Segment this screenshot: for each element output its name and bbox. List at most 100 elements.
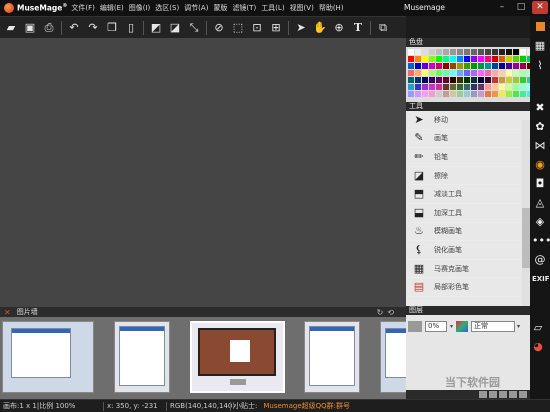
color-swatch[interactable] xyxy=(478,63,484,69)
color-swatch[interactable] xyxy=(478,49,484,55)
color-swatch[interactable] xyxy=(485,77,491,83)
color-swatch[interactable] xyxy=(450,84,456,90)
color-swatch[interactable] xyxy=(422,77,428,83)
color-swatch[interactable] xyxy=(408,56,414,62)
text-icon[interactable]: T xyxy=(350,20,366,36)
opacity-field[interactable]: 0% xyxy=(425,320,447,332)
color-swatch[interactable] xyxy=(471,49,477,55)
color-swatch[interactable] xyxy=(415,84,421,90)
at-icon[interactable]: @ xyxy=(532,252,548,268)
more-icon[interactable]: ••• xyxy=(532,233,550,249)
color-swatch[interactable] xyxy=(443,63,449,69)
menu-edit[interactable]: 编辑(E) xyxy=(100,3,124,13)
pointer-icon[interactable]: ➤ xyxy=(293,20,309,36)
rotate-right-icon[interactable]: ◪ xyxy=(167,20,183,36)
color-swatch[interactable] xyxy=(436,77,442,83)
tool-burn[interactable]: ⬓ 加深工具 xyxy=(406,204,530,223)
tools-icon[interactable]: ✖ xyxy=(532,100,548,116)
color-swatch[interactable] xyxy=(506,77,512,83)
color-swatch[interactable] xyxy=(436,63,442,69)
color-swatch[interactable] xyxy=(408,77,414,83)
color-swatch[interactable] xyxy=(464,77,470,83)
color-swatch[interactable] xyxy=(408,63,414,69)
close-button[interactable]: ✕ xyxy=(532,1,548,14)
color-swatch[interactable] xyxy=(450,91,456,97)
color-swatch[interactable] xyxy=(422,70,428,76)
color-swatch[interactable] xyxy=(506,49,512,55)
color-swatch[interactable] xyxy=(520,56,526,62)
color-swatch[interactable] xyxy=(485,84,491,90)
menu-filter[interactable]: 滤镜(T) xyxy=(232,3,256,13)
color-swatch[interactable] xyxy=(520,70,526,76)
select-inverse-icon[interactable]: ⊡ xyxy=(249,20,265,36)
color-swatch[interactable] xyxy=(513,49,519,55)
color-swatch[interactable] xyxy=(457,84,463,90)
color-swatch[interactable] xyxy=(443,56,449,62)
color-swatch[interactable] xyxy=(429,91,435,97)
blend-mode-dropdown-icon[interactable]: ▾ xyxy=(517,323,520,330)
color-swatch[interactable] xyxy=(506,63,512,69)
opacity-dropdown-icon[interactable]: ▾ xyxy=(450,323,453,330)
color-swap-icon[interactable] xyxy=(532,18,548,34)
color-swatch[interactable] xyxy=(436,56,442,62)
color-swatch[interactable] xyxy=(457,70,463,76)
tool-brush[interactable]: ✎ 画笔 xyxy=(406,130,530,149)
color-swatch[interactable] xyxy=(492,84,498,90)
copy-icon[interactable]: ❐ xyxy=(104,20,120,36)
color-swatch[interactable] xyxy=(471,77,477,83)
color-swatch[interactable] xyxy=(436,91,442,97)
diamond-icon[interactable]: ◈ xyxy=(532,214,548,230)
color-swatch[interactable] xyxy=(492,91,498,97)
color-swatch[interactable] xyxy=(492,49,498,55)
color-swatch[interactable] xyxy=(457,91,463,97)
color-swatch[interactable] xyxy=(429,56,435,62)
blend-mode-select[interactable]: 正常 xyxy=(471,320,516,332)
color-swatch[interactable] xyxy=(471,63,477,69)
color-swatch[interactable] xyxy=(513,91,519,97)
select-all-icon[interactable]: ⬚ xyxy=(230,20,246,36)
resize-icon[interactable]: ⤡ xyxy=(186,20,202,36)
palette-effects-icon[interactable]: ✿ xyxy=(532,119,548,135)
color-swatch[interactable] xyxy=(478,56,484,62)
color-swatch[interactable] xyxy=(422,84,428,90)
menu-image[interactable]: 图像(I) xyxy=(129,3,151,13)
paste-icon[interactable]: ▯ xyxy=(123,20,139,36)
color-swatch[interactable] xyxy=(520,91,526,97)
tool-dodge[interactable]: ⬒ 减淡工具 xyxy=(406,185,530,204)
color-swatch[interactable] xyxy=(499,63,505,69)
qq-group-link[interactable]: Musemage超级QQ群:群号 xyxy=(260,401,353,411)
color-swatch[interactable] xyxy=(415,70,421,76)
undo-icon[interactable]: ↶ xyxy=(66,20,82,36)
color-swatch[interactable] xyxy=(443,84,449,90)
butterfly-icon[interactable]: ⋈ xyxy=(532,138,548,154)
close-filmstrip-icon[interactable]: ✕ xyxy=(4,308,11,317)
maximize-button[interactable]: □ xyxy=(513,1,529,14)
color-swatch[interactable] xyxy=(415,49,421,55)
color-swatch[interactable] xyxy=(520,84,526,90)
color-swatch[interactable] xyxy=(415,63,421,69)
color-swatch[interactable] xyxy=(485,91,491,97)
color-swatch[interactable] xyxy=(471,56,477,62)
thumbnail-2[interactable] xyxy=(114,321,170,393)
color-swatch-grid[interactable] xyxy=(408,49,540,97)
color-swatch[interactable] xyxy=(450,56,456,62)
zoom-icon[interactable]: ⊕ xyxy=(331,20,347,36)
channels-icon[interactable]: ◕ xyxy=(530,339,546,355)
color-swatch[interactable] xyxy=(478,91,484,97)
color-swatch[interactable] xyxy=(408,70,414,76)
tool-pencil[interactable]: ✏ 铅笔 xyxy=(406,148,530,167)
color-swatch[interactable] xyxy=(415,77,421,83)
tool-blur-brush[interactable]: ♨ 模糊画笔 xyxy=(406,223,530,242)
color-swatch[interactable] xyxy=(422,49,428,55)
color-swatch[interactable] xyxy=(520,77,526,83)
camera-icon[interactable]: ◘ xyxy=(532,176,548,192)
palette-grid-icon[interactable]: ▦ xyxy=(532,38,548,54)
color-swatch[interactable] xyxy=(443,91,449,97)
canvas-area[interactable] xyxy=(0,38,406,306)
color-swatch[interactable] xyxy=(408,49,414,55)
refresh-icon[interactable]: ⟲ xyxy=(387,308,398,317)
tool-partial-color-brush[interactable]: ▤ 局部彩色笔 xyxy=(406,278,530,297)
color-swatch[interactable] xyxy=(464,70,470,76)
deselect-icon[interactable]: ⊘ xyxy=(211,20,227,36)
histogram-icon[interactable]: ⌇ xyxy=(532,58,548,74)
